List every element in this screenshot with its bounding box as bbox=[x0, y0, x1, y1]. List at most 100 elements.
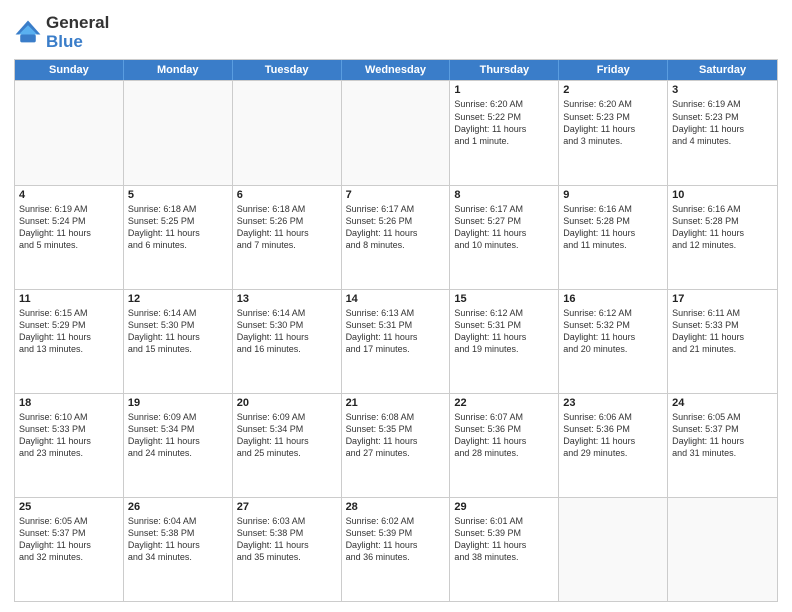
day-cell-21: 21Sunrise: 6:08 AMSunset: 5:35 PMDayligh… bbox=[342, 394, 451, 497]
day-cell-15: 15Sunrise: 6:12 AMSunset: 5:31 PMDayligh… bbox=[450, 290, 559, 393]
cell-info-line: Daylight: 11 hours bbox=[128, 227, 228, 239]
weekday-header-thursday: Thursday bbox=[450, 60, 559, 80]
weekday-header-sunday: Sunday bbox=[15, 60, 124, 80]
cell-info-line: Sunset: 5:26 PM bbox=[237, 215, 337, 227]
empty-cell-r4c6 bbox=[668, 498, 777, 601]
cell-info-line: and 27 minutes. bbox=[346, 447, 446, 459]
cell-info-line: Sunset: 5:36 PM bbox=[454, 423, 554, 435]
cell-info-line: Sunset: 5:27 PM bbox=[454, 215, 554, 227]
cell-info-line: and 32 minutes. bbox=[19, 551, 119, 563]
cell-info-line: Daylight: 11 hours bbox=[346, 227, 446, 239]
cell-info-line: Sunset: 5:34 PM bbox=[128, 423, 228, 435]
header: General Blue bbox=[14, 10, 778, 51]
day-cell-1: 1Sunrise: 6:20 AMSunset: 5:22 PMDaylight… bbox=[450, 81, 559, 184]
calendar-row-3: 18Sunrise: 6:10 AMSunset: 5:33 PMDayligh… bbox=[15, 393, 777, 497]
day-number: 27 bbox=[237, 501, 337, 513]
calendar: SundayMondayTuesdayWednesdayThursdayFrid… bbox=[14, 59, 778, 602]
cell-info-line: Daylight: 11 hours bbox=[454, 539, 554, 551]
cell-info-line: and 25 minutes. bbox=[237, 447, 337, 459]
cell-info-line: Daylight: 11 hours bbox=[563, 123, 663, 135]
empty-cell-r0c3 bbox=[342, 81, 451, 184]
cell-info-line: Sunset: 5:30 PM bbox=[237, 319, 337, 331]
cell-info-line: Sunrise: 6:15 AM bbox=[19, 307, 119, 319]
day-cell-19: 19Sunrise: 6:09 AMSunset: 5:34 PMDayligh… bbox=[124, 394, 233, 497]
day-number: 8 bbox=[454, 189, 554, 201]
cell-info-line: Sunset: 5:26 PM bbox=[346, 215, 446, 227]
day-number: 6 bbox=[237, 189, 337, 201]
logo-icon bbox=[14, 19, 42, 47]
cell-info-line: Daylight: 11 hours bbox=[346, 539, 446, 551]
day-number: 29 bbox=[454, 501, 554, 513]
day-number: 4 bbox=[19, 189, 119, 201]
calendar-row-1: 4 Sunrise: 6:19 AMSunset: 5:24 PM Daylight… bbox=[15, 185, 777, 289]
cell-info-line: Daylight: 11 hours bbox=[672, 227, 773, 239]
cell-info-line: and 29 minutes. bbox=[563, 447, 663, 459]
cell-info-line: Daylight: 11 hours bbox=[672, 331, 773, 343]
cell-info-line: Sunrise: 6:19 AM bbox=[19, 203, 119, 215]
cell-info-line: Sunrise: 6:17 AM bbox=[454, 203, 554, 215]
cell-info-line: Daylight: 11 hours bbox=[563, 435, 663, 447]
cell-info-line: Sunrise: 6:06 AM bbox=[563, 411, 663, 423]
cell-info-line: Sunrise: 6:04 AM bbox=[128, 515, 228, 527]
day-number: 10 bbox=[672, 189, 773, 201]
cell-info-line: Sunrise: 6:14 AM bbox=[128, 307, 228, 319]
day-cell-23: 23 Sunrise: 6:06 AMSunset: 5:36 PMDayligh… bbox=[559, 394, 668, 497]
cell-info-line: and 1 minute. bbox=[454, 135, 554, 147]
cell-info-line: Sunset: 5:32 PM bbox=[563, 319, 663, 331]
cell-info-line: Daylight: 11 hours bbox=[346, 331, 446, 343]
cell-info-line: Sunrise: 6:18 AM bbox=[237, 203, 337, 215]
cell-info-line: Sunset: 5:37 PM bbox=[672, 423, 773, 435]
day-number: 22 bbox=[454, 397, 554, 409]
day-cell-22: 22Sunrise: 6:07 AMSunset: 5:36 PMDayligh… bbox=[450, 394, 559, 497]
cell-info-line: Daylight: 11 hours bbox=[672, 123, 773, 135]
logo: General Blue bbox=[14, 14, 109, 51]
cell-info-line: Daylight: 11 hours bbox=[563, 227, 663, 239]
cell-info-line: and 11 minutes. bbox=[563, 239, 663, 251]
calendar-header: SundayMondayTuesdayWednesdayThursdayFrid… bbox=[15, 60, 777, 80]
day-cell-3: 3Sunrise: 6:19 AMSunset: 5:23 PMDaylight… bbox=[668, 81, 777, 184]
empty-cell-r0c2 bbox=[233, 81, 342, 184]
cell-info-line: Sunset: 5:38 PM bbox=[128, 527, 228, 539]
cell-info-line: Daylight: 11 hours bbox=[19, 539, 119, 551]
cell-info-line: Sunset: 5:24 PM bbox=[19, 215, 119, 227]
cell-info-line: Sunset: 5:35 PM bbox=[346, 423, 446, 435]
day-number: 13 bbox=[237, 293, 337, 305]
weekday-header-monday: Monday bbox=[124, 60, 233, 80]
cell-info-line: Sunrise: 6:05 AM bbox=[672, 411, 773, 423]
day-cell-16: 16Sunrise: 6:12 AMSunset: 5:32 PMDayligh… bbox=[559, 290, 668, 393]
cell-info-line: and 20 minutes. bbox=[563, 343, 663, 355]
cell-info-line: and 17 minutes. bbox=[346, 343, 446, 355]
cell-info-line: Sunrise: 6:11 AM bbox=[672, 307, 773, 319]
day-cell-29: 29Sunrise: 6:01 AMSunset: 5:39 PMDayligh… bbox=[450, 498, 559, 601]
weekday-header-wednesday: Wednesday bbox=[342, 60, 451, 80]
cell-info-line: Sunrise: 6:09 AM bbox=[128, 411, 228, 423]
day-cell-14: 14Sunrise: 6:13 AMSunset: 5:31 PMDayligh… bbox=[342, 290, 451, 393]
cell-info-line: Daylight: 11 hours bbox=[19, 435, 119, 447]
day-cell-7: 7Sunrise: 6:17 AMSunset: 5:26 PMDaylight… bbox=[342, 186, 451, 289]
cell-info-line: Sunrise: 6:05 AM bbox=[19, 515, 119, 527]
cell-info-line: and 23 minutes. bbox=[19, 447, 119, 459]
day-number: 18 bbox=[19, 397, 119, 409]
day-number: 14 bbox=[346, 293, 446, 305]
cell-info-line: and 15 minutes. bbox=[128, 343, 228, 355]
day-number: 11 bbox=[19, 293, 119, 305]
day-number: 9 bbox=[563, 189, 663, 201]
cell-info-line: and 4 minutes. bbox=[672, 135, 773, 147]
day-cell-8: 8 Sunrise: 6:17 AMSunset: 5:27 PMDaylight… bbox=[450, 186, 559, 289]
day-number: 21 bbox=[346, 397, 446, 409]
cell-info-line: Daylight: 11 hours bbox=[454, 227, 554, 239]
day-cell-27: 27Sunrise: 6:03 AMSunset: 5:38 PMDayligh… bbox=[233, 498, 342, 601]
cell-info-line: Sunset: 5:39 PM bbox=[346, 527, 446, 539]
day-number: 23 bbox=[563, 397, 663, 409]
day-number: 3 bbox=[672, 84, 773, 96]
day-cell-6: 6Sunrise: 6:18 AMSunset: 5:26 PMDaylight… bbox=[233, 186, 342, 289]
cell-info-line: Sunset: 5:36 PM bbox=[563, 423, 663, 435]
day-cell-12: 12Sunrise: 6:14 AMSunset: 5:30 PMDayligh… bbox=[124, 290, 233, 393]
day-cell-5: 5Sunrise: 6:18 AMSunset: 5:25 PMDaylight… bbox=[124, 186, 233, 289]
cell-info-line: Sunset: 5:23 PM bbox=[563, 111, 663, 123]
weekday-header-tuesday: Tuesday bbox=[233, 60, 342, 80]
cell-info-line: Sunset: 5:31 PM bbox=[346, 319, 446, 331]
cell-info-line: and 10 minutes. bbox=[454, 239, 554, 251]
cell-info-line: Sunset: 5:25 PM bbox=[128, 215, 228, 227]
cell-info-line: Sunrise: 6:16 AM bbox=[672, 203, 773, 215]
